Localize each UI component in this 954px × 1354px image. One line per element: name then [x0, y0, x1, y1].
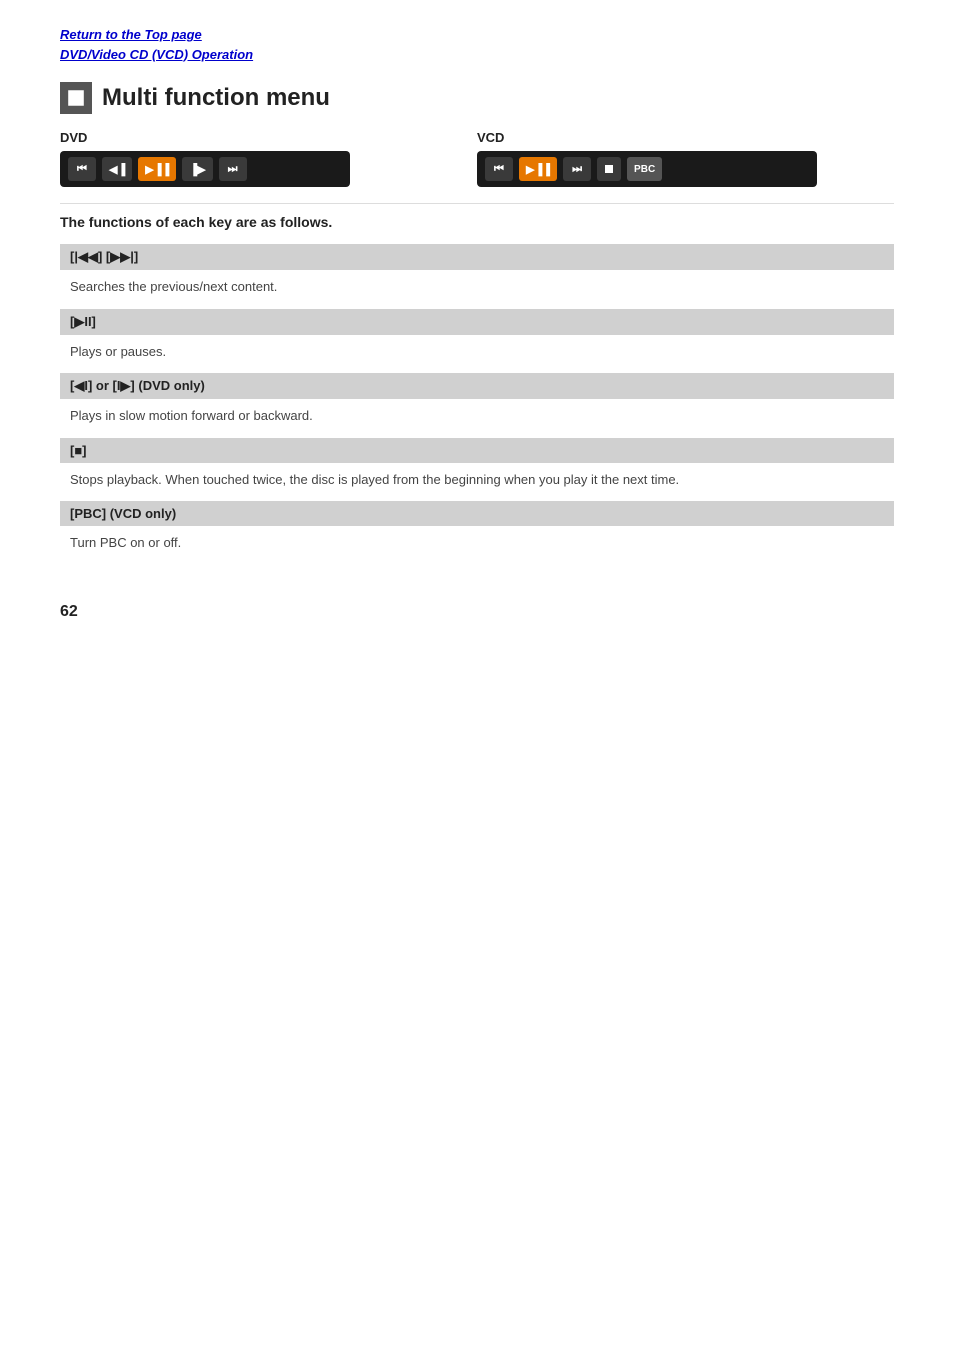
section-play-pause-body: Plays or pauses.: [60, 335, 894, 372]
section-play-pause: [▶II] Plays or pauses.: [60, 309, 894, 372]
intro-text: The functions of each key are as follows…: [60, 214, 894, 230]
device-columns: DVD ⏮ ◀▐ ▶▐▐ ▐▶ ⏭ VCD ⏮ ▶▐▐ ⏭ PBC: [60, 130, 894, 187]
section-pbc: [PBC] (VCD only) Turn PBC on or off.: [60, 501, 894, 563]
section-slow-body: Plays in slow motion forward or backward…: [60, 399, 894, 436]
section-prev-next-body: Searches the previous/next content.: [60, 270, 894, 307]
section-pbc-header: [PBC] (VCD only): [60, 501, 894, 526]
vcd-play-pause-btn[interactable]: ▶▐▐: [519, 157, 557, 181]
dvd-slow-rev-btn[interactable]: ◀▐: [102, 157, 132, 181]
top-navigation: Return to the Top page DVD/Video CD (VCD…: [60, 25, 894, 64]
section-slow: [◀I] or [I▶] (DVD only) Plays in slow mo…: [60, 373, 894, 436]
vcd-pbc-btn[interactable]: PBC: [627, 157, 662, 181]
section-slow-header: [◀I] or [I▶] (DVD only): [60, 373, 894, 399]
dvd-play-pause-btn[interactable]: ▶▐▐: [138, 157, 176, 181]
dvd-button-bar: ⏮ ◀▐ ▶▐▐ ▐▶ ⏭: [60, 151, 350, 187]
vcd-next-btn[interactable]: ⏭: [563, 157, 591, 181]
dvd-slow-fwd-btn[interactable]: ▐▶: [182, 157, 212, 181]
sections-container: [|◀◀] [▶▶|] Searches the previous/next c…: [60, 244, 894, 563]
section-play-pause-header: [▶II]: [60, 309, 894, 335]
vcd-stop-btn[interactable]: [597, 157, 621, 181]
vcd-operation-link[interactable]: DVD/Video CD (VCD) Operation: [60, 45, 894, 65]
section-prev-next: [|◀◀] [▶▶|] Searches the previous/next c…: [60, 244, 894, 307]
dvd-prev-btn[interactable]: ⏮: [68, 157, 96, 181]
section-pbc-body: Turn PBC on or off.: [60, 526, 894, 563]
section-stop-body: Stops playback. When touched twice, the …: [60, 463, 894, 500]
menu-icon: [60, 82, 92, 114]
dvd-column: DVD ⏮ ◀▐ ▶▐▐ ▐▶ ⏭: [60, 130, 477, 187]
page-number: 62: [60, 603, 894, 621]
section-prev-next-header: [|◀◀] [▶▶|]: [60, 244, 894, 270]
section-stop: [■] Stops playback. When touched twice, …: [60, 438, 894, 500]
divider: [60, 203, 894, 204]
section-stop-header: [■]: [60, 438, 894, 463]
vcd-button-bar: ⏮ ▶▐▐ ⏭ PBC: [477, 151, 817, 187]
page-title-row: Multi function menu: [60, 82, 894, 114]
dvd-label: DVD: [60, 130, 477, 145]
dvd-next-btn[interactable]: ⏭: [219, 157, 247, 181]
vcd-label: VCD: [477, 130, 894, 145]
vcd-prev-btn[interactable]: ⏮: [485, 157, 513, 181]
vcd-column: VCD ⏮ ▶▐▐ ⏭ PBC: [477, 130, 894, 187]
top-page-link[interactable]: Return to the Top page: [60, 25, 894, 45]
page-title: Multi function menu: [102, 84, 330, 112]
